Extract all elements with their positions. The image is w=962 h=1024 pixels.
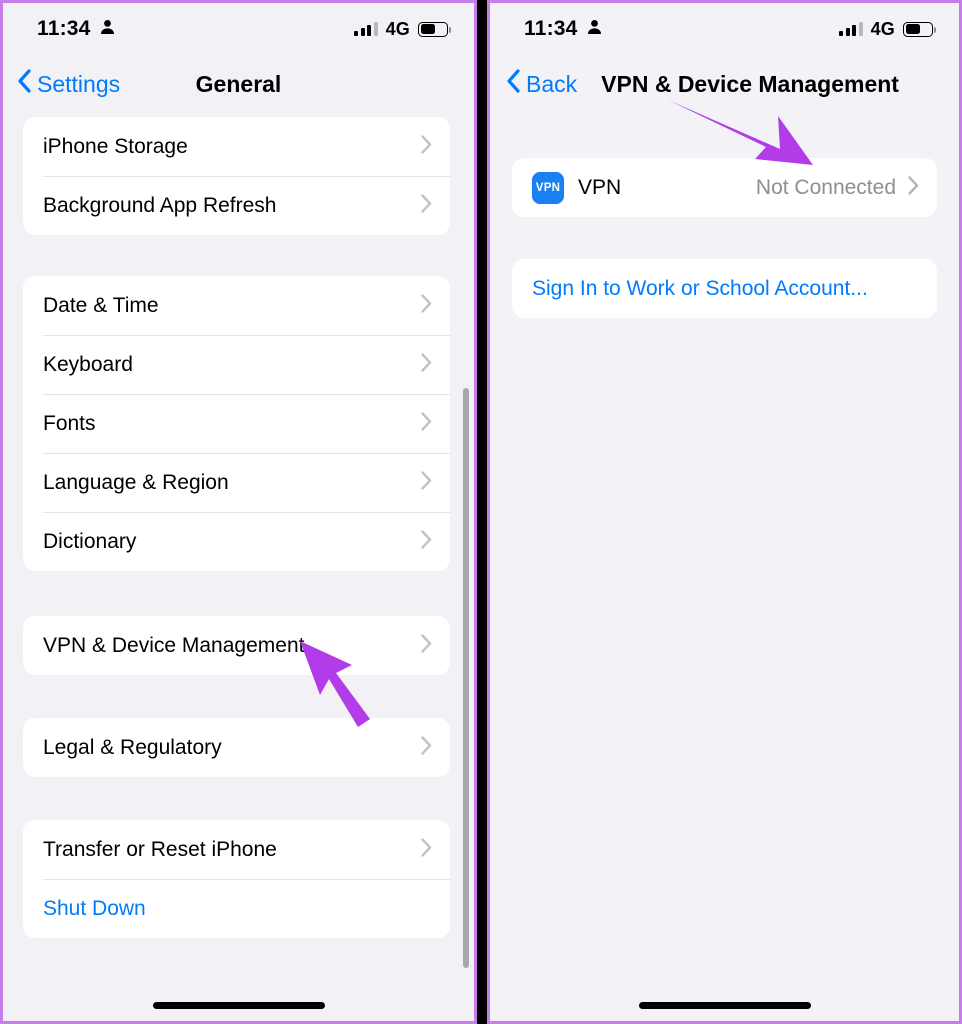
battery-icon bbox=[903, 21, 936, 37]
settings-group-legal: Legal & Regulatory bbox=[23, 718, 450, 777]
list-item-label: Legal & Regulatory bbox=[43, 735, 222, 759]
chevron-right-icon bbox=[421, 837, 432, 862]
left-screen: 11:34 4G Settings General iPhone Storage… bbox=[3, 3, 474, 1021]
status-bar-right: 4G bbox=[839, 18, 936, 40]
right-screen: 11:34 4G Back VPN & Device Management VP… bbox=[490, 3, 959, 1021]
home-indicator bbox=[152, 1002, 325, 1009]
list-item-label: Shut Down bbox=[43, 896, 146, 920]
chevron-right-icon bbox=[421, 470, 432, 495]
status-time: 11:34 bbox=[524, 17, 578, 40]
chevron-right-icon bbox=[421, 633, 432, 658]
navigation-bar: Back VPN & Device Management bbox=[490, 55, 959, 113]
home-indicator bbox=[638, 1002, 811, 1009]
list-item-vpn-device-management[interactable]: VPN & Device Management bbox=[23, 616, 450, 675]
back-button-label: Settings bbox=[37, 70, 121, 97]
list-item-vpn[interactable]: VPN VPN Not Connected bbox=[512, 158, 937, 217]
list-item-label: Sign In to Work or School Account... bbox=[532, 276, 868, 300]
list-item-label: Language & Region bbox=[43, 470, 229, 494]
right-phone-screenshot: 11:34 4G Back VPN & Device Management VP… bbox=[487, 0, 962, 1024]
list-item-language-region[interactable]: Language & Region bbox=[23, 453, 450, 512]
vpn-app-icon: VPN bbox=[532, 171, 564, 204]
sign-in-group: Sign In to Work or School Account... bbox=[512, 259, 937, 318]
chevron-right-icon bbox=[908, 175, 919, 200]
list-item-label: Background App Refresh bbox=[43, 193, 277, 217]
list-item-label: VPN bbox=[578, 175, 622, 199]
list-item-legal-regulatory[interactable]: Legal & Regulatory bbox=[23, 718, 450, 777]
list-item-label: VPN & Device Management bbox=[43, 633, 305, 657]
chevron-right-icon bbox=[421, 529, 432, 554]
list-item-label: Transfer or Reset iPhone bbox=[43, 837, 277, 861]
list-item-keyboard[interactable]: Keyboard bbox=[23, 335, 450, 394]
status-bar-right: 4G bbox=[354, 18, 451, 40]
list-item-transfer-or-reset-iphone[interactable]: Transfer or Reset iPhone bbox=[23, 820, 450, 879]
list-item-sign-in-work-school[interactable]: Sign In to Work or School Account... bbox=[512, 259, 937, 318]
list-item-label: Date & Time bbox=[43, 293, 159, 317]
cellular-bars-icon bbox=[354, 22, 378, 36]
back-button-label: Back bbox=[526, 70, 578, 97]
vpn-status-value: Not Connected bbox=[755, 175, 896, 199]
network-type-label: 4G bbox=[870, 18, 895, 39]
left-phone-screenshot: 11:34 4G Settings General iPhone Storage… bbox=[0, 0, 477, 1024]
cellular-bars-icon bbox=[839, 22, 863, 36]
page-title: VPN & Device Management bbox=[601, 70, 899, 97]
person-icon bbox=[587, 19, 602, 40]
chevron-right-icon bbox=[421, 293, 432, 318]
settings-group-reset: Transfer or Reset iPhone Shut Down bbox=[23, 820, 450, 938]
list-item-date-time[interactable]: Date & Time bbox=[23, 276, 450, 335]
settings-list: iPhone Storage Background App Refresh Da… bbox=[3, 113, 474, 1021]
battery-icon bbox=[418, 21, 451, 37]
chevron-right-icon bbox=[421, 134, 432, 159]
list-item-shut-down[interactable]: Shut Down bbox=[23, 879, 450, 938]
status-bar-left: 11:34 bbox=[37, 17, 115, 41]
navigation-bar: Settings General bbox=[3, 55, 474, 113]
status-bar-left: 11:34 bbox=[524, 17, 602, 41]
list-item-dictionary[interactable]: Dictionary bbox=[23, 512, 450, 571]
settings-group-storage: iPhone Storage Background App Refresh bbox=[23, 117, 450, 235]
vertical-scrollbar[interactable] bbox=[463, 388, 469, 968]
vpn-settings-list: VPN VPN Not Connected Sign In to Work or… bbox=[490, 113, 959, 1021]
back-button[interactable]: Settings bbox=[3, 69, 120, 99]
settings-group-vpn: VPN & Device Management bbox=[23, 616, 450, 675]
list-item-fonts[interactable]: Fonts bbox=[23, 394, 450, 453]
list-item-label: Fonts bbox=[43, 411, 96, 435]
list-item-label: Keyboard bbox=[43, 352, 133, 376]
chevron-right-icon bbox=[421, 193, 432, 218]
list-item-background-app-refresh[interactable]: Background App Refresh bbox=[23, 176, 450, 235]
status-bar: 11:34 4G bbox=[490, 3, 959, 55]
chevron-right-icon bbox=[421, 352, 432, 377]
network-type-label: 4G bbox=[385, 18, 410, 39]
chevron-left-icon bbox=[17, 69, 31, 99]
list-item-iphone-storage[interactable]: iPhone Storage bbox=[23, 117, 450, 176]
vpn-app-icon-label: VPN bbox=[535, 181, 561, 194]
chevron-left-icon bbox=[506, 69, 520, 99]
list-item-label: iPhone Storage bbox=[43, 134, 188, 158]
chevron-right-icon bbox=[421, 411, 432, 436]
back-button[interactable]: Back bbox=[490, 69, 577, 99]
chevron-right-icon bbox=[421, 735, 432, 760]
list-item-label: Dictionary bbox=[43, 529, 137, 553]
person-icon bbox=[100, 19, 115, 40]
status-time: 11:34 bbox=[37, 17, 91, 40]
status-bar: 11:34 4G bbox=[3, 3, 474, 55]
vpn-group: VPN VPN Not Connected bbox=[512, 158, 937, 217]
settings-group-localization: Date & Time Keyboard Fonts Language & Re… bbox=[23, 276, 450, 571]
screenshot-stage: 11:34 4G Settings General iPhone Storage… bbox=[0, 0, 962, 1024]
